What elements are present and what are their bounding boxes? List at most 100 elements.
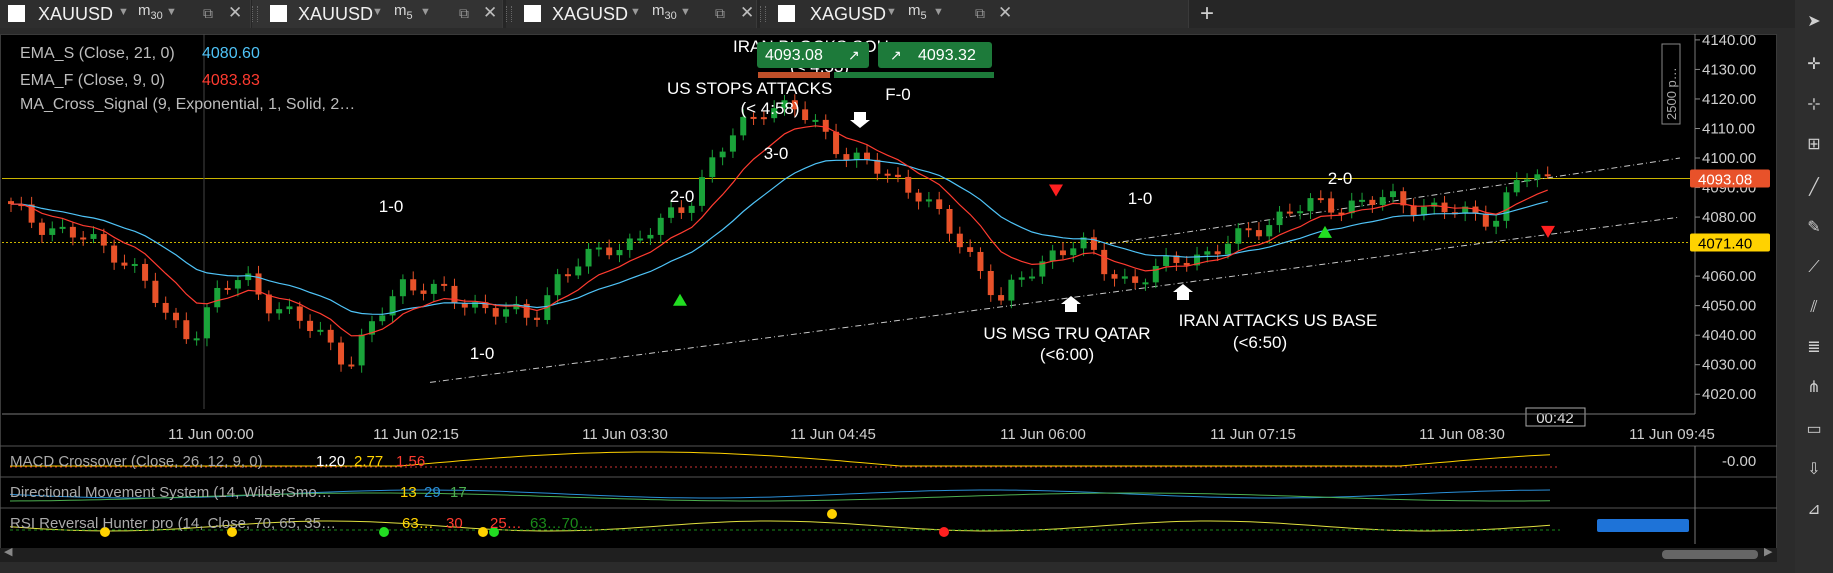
chevron-down-icon[interactable]: ▼ [933,6,944,18]
candle [307,320,314,332]
tab-timeframe[interactable]: m30 [138,2,163,22]
chevron-down-icon[interactable]: ▼ [630,6,641,18]
tab-xauusd-m5[interactable]: XAUUSD ▼ m5 ▼ ⧉ ✕ [252,0,503,28]
score-label: 1-0 [1128,189,1153,208]
candle [1008,279,1015,301]
channel-upper-line[interactable] [1109,157,1681,245]
close-icon[interactable]: ✕ [998,3,1012,23]
scroll-right-icon[interactable]: ▶ [1764,545,1772,558]
tab-timeframe[interactable]: m5 [908,2,927,22]
candle [1328,198,1335,213]
pitchfork-icon[interactable]: ⋔ [1804,378,1824,398]
candle [647,234,654,239]
tab-xagusd-m30[interactable]: XAGUSD ▼ m30 ▼ ⧉ ✕ [506,0,757,28]
spread-bar-right [834,72,994,78]
tab-xauusd-m30[interactable]: XAUUSD ▼ m30 ▼ ⧉ ✕ [0,0,251,28]
price-tick-label: 4060.00 [1702,268,1756,285]
drag-handle-icon[interactable] [506,6,512,22]
ray-icon[interactable]: ⟋ [1804,258,1824,278]
plus-square-icon[interactable]: ⊞ [1804,135,1824,155]
fibonacci-icon[interactable]: ≣ [1804,338,1824,358]
pip-ruler-label: 2500 p… [1664,67,1679,120]
candle [936,199,943,209]
horizontal-scrollbar[interactable] [0,548,1777,562]
arrow-down-icon[interactable]: ⇩ [1804,460,1824,480]
brush-icon[interactable]: ✎ [1804,218,1824,238]
candle [802,109,809,121]
candle [1410,205,1417,216]
candle [833,131,840,155]
new-tab-button[interactable]: + [1200,0,1214,28]
symbol-flag-icon [270,5,287,22]
chevron-down-icon[interactable]: ▼ [420,6,431,18]
score-label: 3-0 [764,144,789,163]
symbol-flag-icon [778,5,795,22]
drag-handle-icon[interactable] [252,6,258,22]
time-axis-label: 11 Jun 08:30 [1419,426,1505,443]
scrollbar-thumb[interactable] [1662,550,1758,559]
candle [1204,251,1211,255]
chevron-down-icon[interactable]: ▼ [166,6,177,18]
drag-handle-icon[interactable] [760,6,766,22]
pointer-icon[interactable]: ➤ [1804,12,1824,32]
score-label: 1-0 [379,197,404,216]
bid-price[interactable]: 4093.08 [765,47,823,64]
candle [905,176,912,193]
external-window-icon[interactable]: ⧉ [715,5,725,22]
candle [111,245,118,263]
candle [121,262,128,266]
measure-icon[interactable]: ⊿ [1804,500,1824,520]
candle [1297,211,1304,214]
chevron-down-icon[interactable]: ▼ [372,6,383,18]
candle [1389,191,1396,198]
ask-price[interactable]: 4093.32 [918,47,976,64]
candle [595,247,602,250]
external-window-icon[interactable]: ⧉ [975,5,985,22]
candle [533,317,540,320]
close-icon[interactable]: ✕ [740,3,754,23]
chevron-down-icon[interactable]: ▼ [118,6,129,18]
chevron-down-icon[interactable]: ▼ [680,6,691,18]
price-tick-label: 4080.00 [1702,209,1756,226]
external-window-icon[interactable]: ⧉ [203,5,213,22]
candle [575,266,582,276]
score-label: 1-0 [470,344,495,363]
close-icon[interactable]: ✕ [228,3,242,23]
candle [327,329,334,343]
drawing-toolbar: ➤ ✛ ⊹ ⊞ ╱ ✎ ⟋ ⫽ ≣ ⋔ ▭ ⇩ ⊿ [1795,0,1833,573]
close-icon[interactable]: ✕ [483,3,497,23]
candle [503,309,510,317]
arrow-up-icon [1173,284,1193,300]
rsi-signal-dot [379,527,389,537]
candle [668,207,675,218]
price-tick-label: 4100.00 [1702,150,1756,167]
macd-value: 2.77 [354,453,383,470]
candle [688,205,695,213]
external-window-icon[interactable]: ⧉ [459,5,469,22]
crosshair-icon[interactable]: ✛ [1804,55,1824,75]
rectangle-icon[interactable]: ▭ [1804,420,1824,440]
rsi-signal-dot [939,527,949,537]
candle [265,294,272,314]
price-tick-label: 4140.00 [1702,34,1756,49]
candle [1493,220,1500,227]
tab-xagusd-m5[interactable]: XAGUSD ▼ m5 ▼ ⧉ ✕ [760,0,1189,28]
level-price-label: 4071.40 [1698,235,1752,252]
crosshair-plus-icon[interactable]: ⊹ [1804,95,1824,115]
tab-timeframe[interactable]: m30 [652,2,677,22]
rsi-signal-dot [478,527,488,537]
chevron-down-icon[interactable]: ▼ [886,6,897,18]
candle [740,116,747,136]
ma-cross-legend: MA_Cross_Signal (9, Exponential, 1, Soli… [20,96,355,113]
parallel-channel-icon[interactable]: ⫽ [1804,298,1824,318]
price-chart[interactable]: EMA_S (Close, 21, 0) 4080.60 EMA_F (Close,… [0,34,1777,546]
line-icon[interactable]: ╱ [1804,178,1824,198]
candle [152,280,159,303]
dms-value: 13 [400,484,417,501]
tab-timeframe[interactable]: m5 [394,2,413,22]
tab-symbol: XAGUSD [552,4,629,24]
scroll-left-icon[interactable]: ◀ [4,545,12,558]
candle [49,228,56,235]
candle [286,306,293,310]
status-strip [0,562,1795,573]
